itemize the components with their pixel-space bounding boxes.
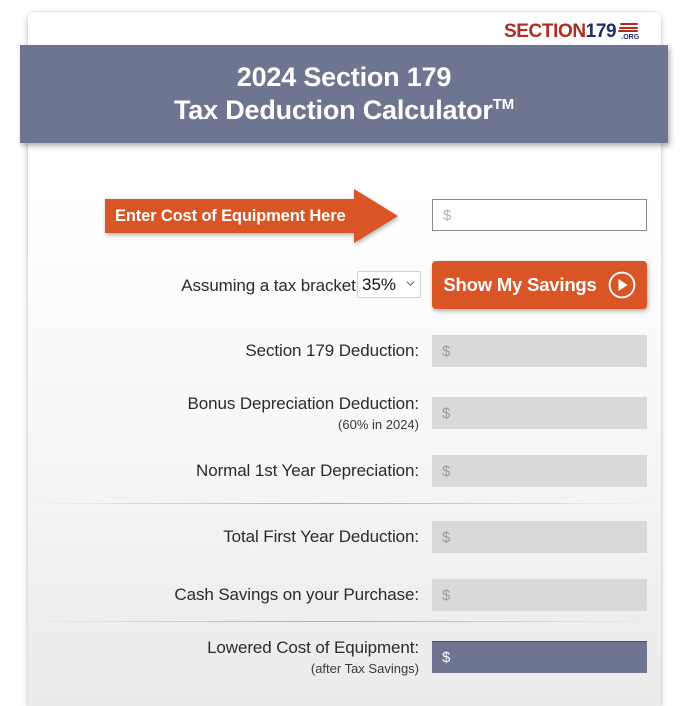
logo-text-179: 179	[585, 21, 617, 42]
result-label-group: Cash Savings on your Purchase:	[174, 584, 419, 606]
result-label-group: Normal 1st Year Depreciation:	[196, 460, 419, 482]
show-my-savings-button[interactable]: Show My Savings	[432, 261, 647, 309]
result-row: Bonus Depreciation Deduction: (60% in 202…	[28, 394, 661, 432]
enter-cost-callout: Enter Cost of Equipment Here	[105, 189, 398, 243]
result-label: Total First Year Deduction:	[223, 527, 419, 546]
result-row: Lowered Cost of Equipment: (after Tax Sav…	[28, 638, 661, 676]
trademark-mark: TM	[492, 96, 515, 113]
result-value-field[interactable]	[432, 521, 647, 553]
equipment-cost-input[interactable]	[432, 199, 647, 231]
header-title-text: Tax Deduction Calculator	[173, 95, 493, 125]
result-value-field[interactable]	[432, 579, 647, 611]
arrow-right-icon	[353, 189, 398, 243]
section179-logo: SECTION 179 .ORG	[504, 20, 640, 44]
divider-bottom	[28, 621, 661, 622]
result-label: Section 179 Deduction:	[245, 341, 419, 360]
tax-bracket-label: Assuming a tax bracket of:	[181, 276, 379, 295]
result-label-group: Section 179 Deduction:	[245, 340, 419, 362]
result-label-group: Total First Year Deduction:	[223, 526, 419, 548]
result-value-field[interactable]	[432, 641, 647, 673]
result-label-group: Lowered Cost of Equipment: (after Tax Sav…	[207, 637, 419, 677]
flag-stripes-icon: .ORG	[617, 22, 640, 42]
header-title-line2: Tax Deduction CalculatorTM	[174, 94, 514, 127]
tax-bracket-select[interactable]: 21%24%32%35%37%	[357, 271, 421, 298]
divider-top	[28, 503, 661, 504]
calculator-page: SECTION 179 .ORG 2024 Section 179 Tax De…	[0, 0, 690, 706]
result-label-group: Bonus Depreciation Deduction: (60% in 202…	[187, 393, 420, 433]
result-row: Section 179 Deduction:	[28, 335, 661, 367]
logo-text-section: SECTION	[504, 21, 586, 42]
header-banner: 2024 Section 179 Tax Deduction Calculato…	[20, 45, 668, 143]
result-row: Total First Year Deduction:	[28, 521, 661, 553]
result-sublabel: (after Tax Savings)	[310, 661, 419, 676]
form-area: Enter Cost of Equipment Here Assuming a …	[28, 143, 661, 706]
callout-label: Enter Cost of Equipment Here	[105, 199, 354, 233]
play-circle-icon	[608, 271, 635, 299]
result-label: Cash Savings on your Purchase:	[174, 585, 419, 604]
logo-text-org: .ORG	[621, 34, 640, 41]
result-row: Cash Savings on your Purchase:	[28, 579, 661, 611]
result-label: Normal 1st Year Depreciation:	[196, 461, 419, 480]
result-sublabel: (60% in 2024)	[338, 417, 419, 432]
header-title-line1: 2024 Section 179	[236, 62, 452, 92]
result-label: Bonus Depreciation Deduction:	[187, 394, 420, 413]
result-value-field[interactable]	[432, 397, 647, 429]
result-value-field[interactable]	[432, 335, 647, 367]
result-label: Lowered Cost of Equipment:	[207, 638, 419, 657]
result-value-field[interactable]	[432, 455, 647, 487]
show-my-savings-label: Show My Savings	[443, 274, 597, 295]
result-row: Normal 1st Year Depreciation:	[28, 455, 661, 487]
